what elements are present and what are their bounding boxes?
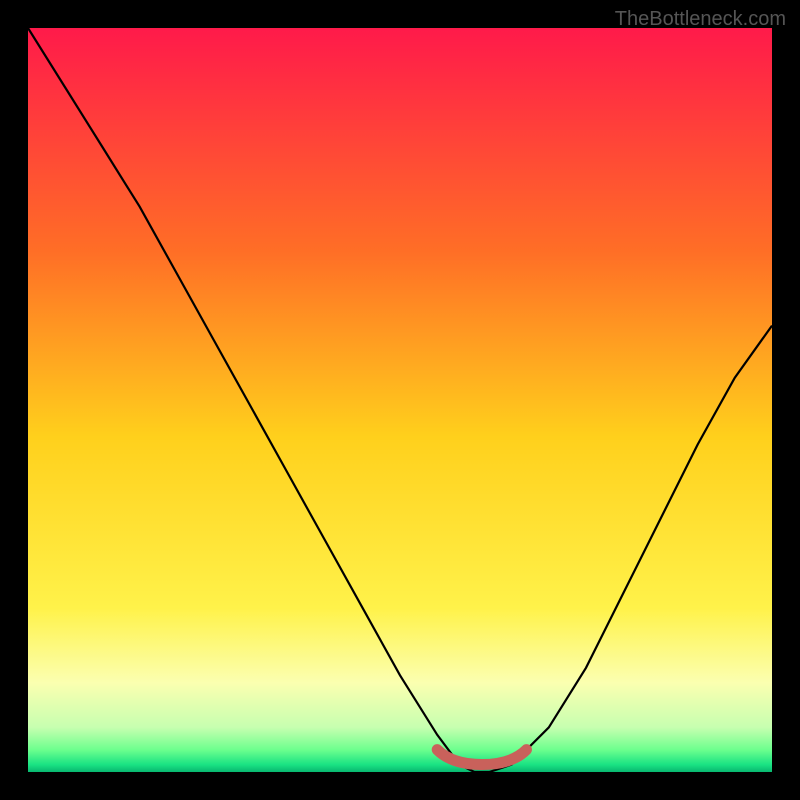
bottleneck-curve	[28, 28, 772, 772]
chart-plot-area	[28, 28, 772, 772]
watermark-text: TheBottleneck.com	[615, 8, 786, 31]
chart-curve-layer	[28, 28, 772, 772]
